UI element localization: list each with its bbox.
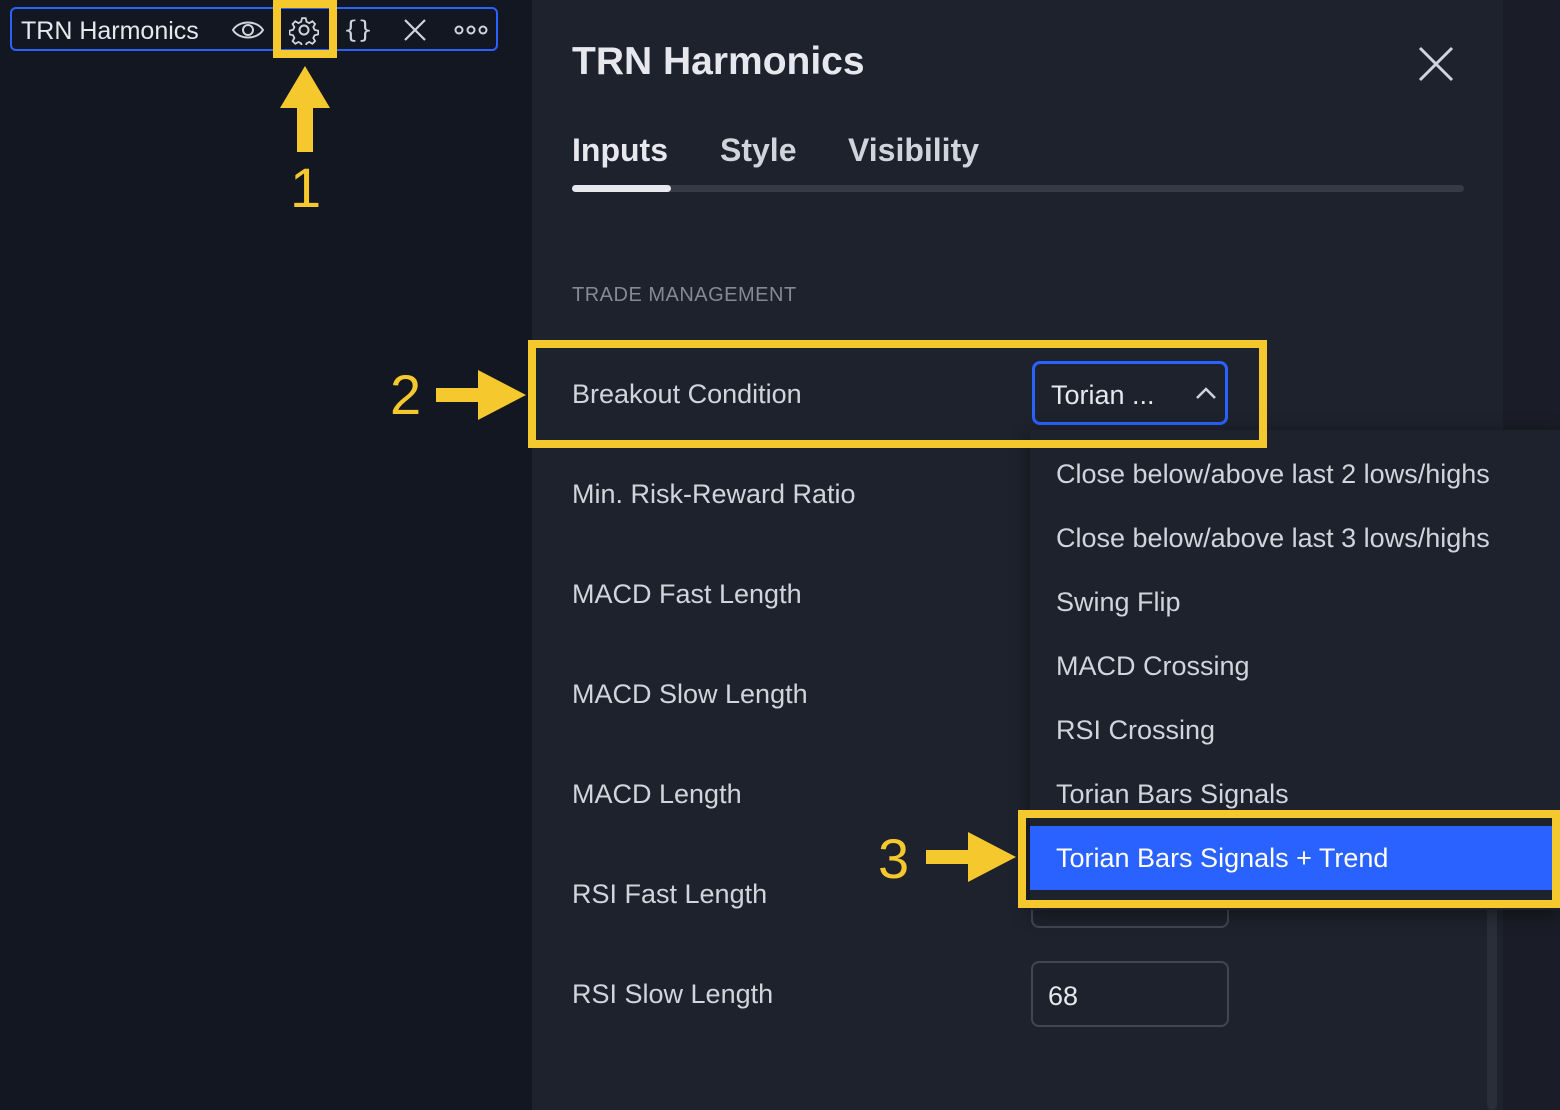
tab-track — [572, 185, 1464, 192]
macd-slow-length-label: MACD Slow Length — [572, 679, 808, 709]
arrow-right-icon — [436, 370, 526, 420]
indicator-legend[interactable]: TRN Harmonics {} — [10, 7, 498, 51]
highlight-box-selected-option — [1018, 810, 1560, 908]
dialog-close-icon[interactable] — [1416, 44, 1456, 84]
dropdown-option[interactable]: RSI Crossing — [1030, 698, 1560, 762]
tab-style[interactable]: Style — [720, 132, 796, 169]
min-risk-reward-label: Min. Risk-Reward Ratio — [572, 479, 856, 509]
dropdown-option[interactable]: MACD Crossing — [1030, 634, 1560, 698]
rsi-slow-length-label: RSI Slow Length — [572, 979, 774, 1009]
arrow-up-icon — [280, 66, 330, 152]
arrow-right-icon — [926, 832, 1016, 882]
eye-icon[interactable] — [230, 13, 266, 47]
chart-area[interactable] — [0, 0, 532, 1110]
tab-visibility[interactable]: Visibility — [848, 132, 979, 169]
tab-inputs[interactable]: Inputs — [572, 132, 668, 169]
rsi-fast-length-label: RSI Fast Length — [572, 879, 768, 909]
rsi-slow-length-input[interactable]: 68 — [1031, 961, 1229, 1027]
step-number-1: 1 — [290, 156, 322, 219]
macd-fast-length-label: MACD Fast Length — [572, 579, 802, 609]
braces-glyph: {} — [343, 16, 373, 44]
dialog-scrollbar[interactable] — [1487, 900, 1497, 1110]
dropdown-option[interactable]: Swing Flip — [1030, 570, 1560, 634]
dropdown-option[interactable]: Close below/above last 2 lows/highs — [1030, 442, 1560, 506]
braces-icon[interactable]: {} — [340, 13, 376, 47]
step-number-3: 3 — [878, 827, 910, 890]
dialog-title: TRN Harmonics — [572, 40, 865, 83]
indicator-title[interactable]: TRN Harmonics — [21, 17, 199, 46]
highlight-box-breakout-condition — [528, 340, 1267, 448]
dialog-tabs: Inputs Style Visibility — [572, 132, 1464, 196]
step-number-2: 2 — [390, 363, 422, 426]
close-icon[interactable] — [397, 13, 433, 47]
section-title: TRADE MANAGEMENT — [572, 284, 797, 306]
more-icon[interactable] — [453, 13, 489, 47]
macd-length-label: MACD Length — [572, 779, 742, 809]
highlight-box-settings — [273, 0, 337, 58]
active-tab-indicator — [572, 185, 671, 192]
dropdown-option[interactable]: Close below/above last 3 lows/highs — [1030, 506, 1560, 570]
